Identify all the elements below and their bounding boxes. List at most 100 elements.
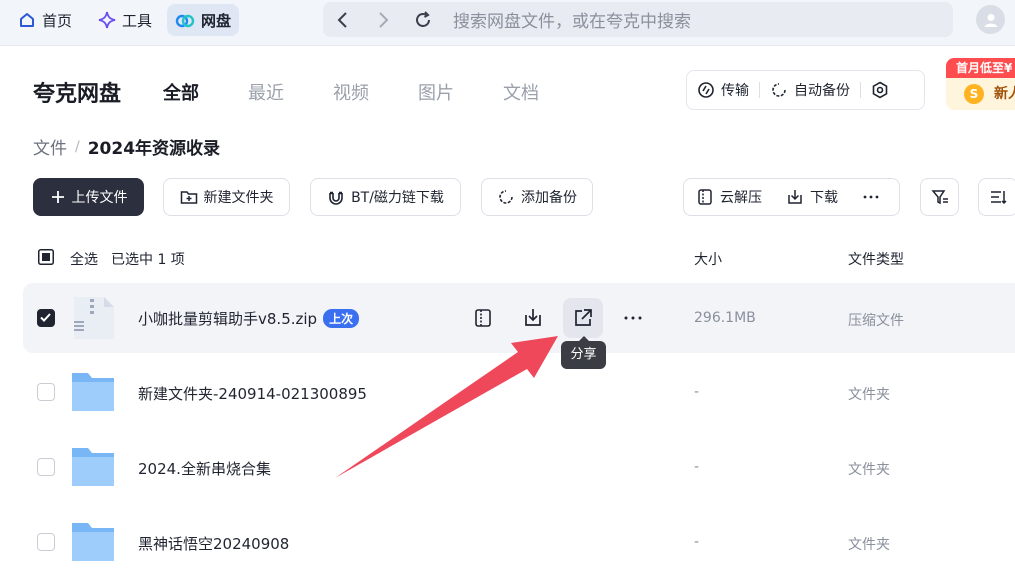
nav-tools-label: 工具 bbox=[122, 11, 153, 30]
add-backup-label: 添加备份 bbox=[521, 190, 577, 206]
file-type: 文件夹 bbox=[848, 537, 890, 553]
zip-icon bbox=[475, 309, 491, 327]
table-row[interactable]: 2024.全新串烧合集 - 文件夹 bbox=[23, 432, 1015, 502]
refresh-button[interactable] bbox=[403, 2, 443, 37]
nav-home-label: 首页 bbox=[42, 11, 73, 30]
tab-documents[interactable]: 文档 bbox=[503, 79, 539, 105]
avatar[interactable] bbox=[976, 5, 1005, 34]
promo-subtitle: 新人 bbox=[994, 86, 1015, 102]
row-checkbox[interactable] bbox=[37, 309, 55, 327]
auto-backup-label: 自动备份 bbox=[794, 83, 850, 99]
breadcrumb-separator: / bbox=[75, 138, 80, 155]
nav-home[interactable]: 首页 bbox=[10, 4, 80, 36]
new-folder-button[interactable]: 新建文件夹 bbox=[163, 178, 290, 216]
tab-recent[interactable]: 最近 bbox=[248, 79, 284, 105]
refresh-icon bbox=[416, 10, 430, 27]
forward-button[interactable] bbox=[363, 2, 403, 37]
table-row[interactable]: 新建文件夹-240914-021300895 - 文件夹 bbox=[23, 357, 1015, 427]
user-icon bbox=[984, 13, 997, 27]
address-bar: 搜索网盘文件，或在夸克中搜索 bbox=[323, 2, 953, 37]
file-name[interactable]: 黑神话悟空20240908 bbox=[138, 533, 289, 554]
upload-label: 上传文件 bbox=[71, 190, 128, 206]
file-size: - bbox=[694, 384, 700, 400]
check-icon bbox=[40, 313, 51, 322]
sparkle-icon bbox=[98, 11, 116, 29]
back-button[interactable] bbox=[323, 2, 363, 37]
row-unzip-button[interactable] bbox=[463, 298, 503, 338]
file-name[interactable]: 2024.全新串烧合集 bbox=[138, 458, 271, 479]
file-name-text: 小咖批量剪辑助手v8.5.zip bbox=[138, 310, 318, 328]
column-type[interactable]: 文件类型 bbox=[848, 249, 904, 269]
zip-icon bbox=[698, 189, 712, 205]
file-size: - bbox=[694, 459, 700, 475]
nav-tools[interactable]: 工具 bbox=[90, 4, 160, 36]
row-download-button[interactable] bbox=[513, 298, 553, 338]
sort-icon bbox=[991, 191, 1007, 205]
row-checkbox[interactable] bbox=[37, 383, 55, 401]
backup-icon bbox=[499, 190, 513, 204]
auto-backup-button[interactable]: 自动备份 bbox=[760, 80, 860, 100]
download-label: 下载 bbox=[810, 190, 838, 206]
file-name[interactable]: 新建文件夹-240914-021300895 bbox=[138, 383, 367, 404]
breadcrumb-root[interactable]: 文件 bbox=[33, 134, 67, 159]
selected-count: 已选中 1 项 bbox=[111, 252, 185, 268]
bt-download-label: BT/磁力链下载 bbox=[351, 190, 444, 206]
settings-button[interactable] bbox=[861, 81, 905, 99]
promo-banner[interactable]: 首月低至¥ S 新人 bbox=[946, 58, 1015, 110]
download-icon bbox=[788, 190, 802, 204]
nav-cloud-disk-label: 网盘 bbox=[201, 11, 232, 30]
select-all-checkbox[interactable] bbox=[38, 249, 54, 269]
last-badge: 上次 bbox=[323, 309, 360, 328]
chevron-right-icon bbox=[379, 11, 389, 28]
sort-button[interactable] bbox=[978, 178, 1015, 216]
row-checkbox[interactable] bbox=[37, 458, 55, 476]
transfer-button[interactable]: 传输 bbox=[687, 80, 759, 100]
chevron-left-icon bbox=[337, 11, 347, 28]
filter-icon bbox=[930, 190, 948, 205]
backup-icon bbox=[772, 83, 786, 97]
home-icon bbox=[20, 13, 34, 27]
more-button[interactable] bbox=[850, 188, 898, 206]
new-folder-label: 新建文件夹 bbox=[203, 190, 274, 206]
page-title: 夸克网盘 bbox=[33, 82, 122, 107]
cloud-icon bbox=[175, 14, 195, 28]
add-backup-button[interactable]: 添加备份 bbox=[481, 178, 593, 216]
coin-icon: S bbox=[964, 84, 984, 104]
transfer-label: 传输 bbox=[721, 83, 749, 99]
file-size: - bbox=[694, 534, 700, 550]
file-type: 文件夹 bbox=[848, 462, 890, 478]
select-all-label[interactable]: 全选 bbox=[70, 249, 98, 269]
plus-icon bbox=[51, 191, 64, 203]
share-tooltip: 分享 bbox=[561, 336, 606, 369]
file-name[interactable]: 小咖批量剪辑助手v8.5.zip 上次 bbox=[138, 308, 360, 329]
row-share-button[interactable] bbox=[563, 298, 603, 338]
file-name-text: 2024.全新串烧合集 bbox=[138, 460, 271, 478]
breadcrumb: 文件 / 2024年资源收录 bbox=[33, 134, 220, 160]
gear-icon bbox=[872, 81, 888, 99]
tab-all[interactable]: 全部 bbox=[163, 79, 199, 105]
file-name-text: 黑神话悟空20240908 bbox=[138, 535, 290, 553]
cloud-unzip-label: 云解压 bbox=[720, 190, 762, 206]
upload-button[interactable]: 上传文件 bbox=[33, 178, 144, 216]
row-more-button[interactable] bbox=[613, 298, 653, 338]
tab-images[interactable]: 图片 bbox=[418, 79, 454, 105]
table-header: 全选 已选中 1 项 大小 文件类型 bbox=[0, 240, 1015, 274]
zip-file-icon bbox=[70, 295, 116, 345]
cloud-unzip-button[interactable]: 云解压 bbox=[684, 187, 774, 207]
table-row[interactable]: 小咖批量剪辑助手v8.5.zip 上次 296.1MB 压缩文件 bbox=[23, 283, 1015, 353]
folder-plus-icon bbox=[180, 191, 197, 204]
more-icon bbox=[624, 316, 642, 320]
folder-icon bbox=[70, 371, 116, 417]
column-size[interactable]: 大小 bbox=[694, 249, 722, 269]
tab-video[interactable]: 视频 bbox=[333, 79, 369, 105]
header-tools: 传输 自动备份 bbox=[686, 70, 925, 110]
file-size: 296.1MB bbox=[694, 310, 756, 326]
download-button[interactable]: 下载 bbox=[774, 187, 850, 207]
nav-cloud-disk[interactable]: 网盘 bbox=[167, 4, 240, 36]
search-input[interactable]: 搜索网盘文件，或在夸克中搜索 bbox=[453, 7, 691, 32]
filter-button[interactable] bbox=[920, 178, 959, 216]
row-checkbox[interactable] bbox=[37, 533, 55, 551]
download-icon bbox=[525, 309, 541, 326]
bt-download-button[interactable]: BT/磁力链下载 bbox=[310, 178, 461, 216]
table-row[interactable]: 黑神话悟空20240908 - 文件夹 bbox=[23, 507, 1015, 569]
